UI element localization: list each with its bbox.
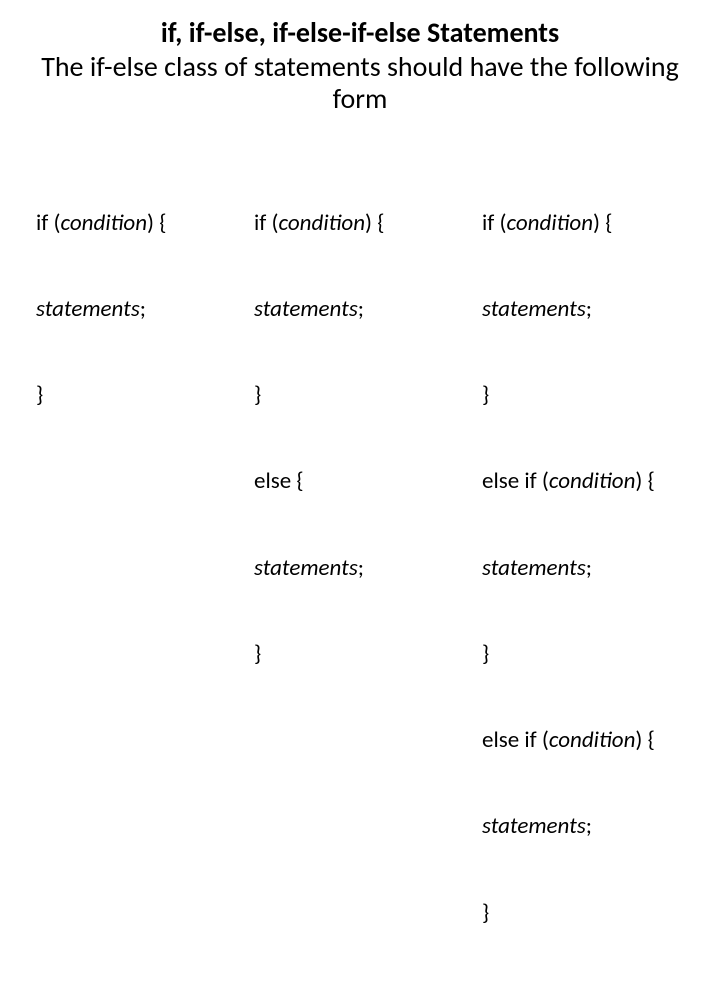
code-line: else if (condition) {	[482, 726, 684, 755]
code-text: statements	[254, 554, 358, 582]
code-line: }	[254, 381, 464, 410]
code-line: if (condition) {	[254, 209, 464, 238]
code-text: statements	[482, 295, 586, 323]
code-text: ) {	[365, 209, 384, 237]
code-text: condition	[506, 209, 593, 237]
code-block-if: if (condition) { statements; }	[36, 151, 236, 985]
code-text: ) {	[635, 726, 654, 754]
code-text: ;	[586, 812, 592, 840]
code-line: statements;	[482, 295, 684, 324]
code-text: if (	[482, 209, 506, 237]
code-block-if-else-if: if (condition) { statements; } else if (…	[482, 151, 684, 985]
code-line: statements;	[482, 554, 684, 583]
code-text: statements	[254, 295, 358, 323]
code-text: if (	[36, 209, 60, 237]
code-text: ;	[140, 295, 146, 323]
code-text: ) {	[593, 209, 612, 237]
code-text: condition	[549, 467, 636, 495]
code-line: else if (condition) {	[482, 467, 684, 496]
code-columns: if (condition) { statements; } if (condi…	[36, 151, 684, 985]
code-text: condition	[278, 209, 365, 237]
code-line: }	[482, 381, 684, 410]
code-text: statements	[36, 295, 140, 323]
code-text: else if (	[482, 467, 549, 495]
code-text: statements	[482, 812, 586, 840]
code-text: ;	[358, 295, 364, 323]
code-line: }	[482, 640, 684, 669]
code-text: if (	[254, 209, 278, 237]
code-line: statements;	[254, 295, 464, 324]
code-block-if-else: if (condition) { statements; } else { st…	[254, 151, 464, 985]
code-line: statements;	[482, 812, 684, 841]
code-text: condition	[549, 726, 636, 754]
slide-subtitle: The if-else class of statements should h…	[36, 51, 684, 115]
code-text: ;	[586, 295, 592, 323]
code-text: ) {	[635, 467, 654, 495]
code-text: ;	[358, 554, 364, 582]
code-line: statements;	[36, 295, 236, 324]
code-text: condition	[60, 209, 147, 237]
slide: if, if-else, if-else-if-else Statements …	[0, 0, 720, 985]
code-text: statements	[482, 554, 586, 582]
code-line: }	[254, 640, 464, 669]
code-line: }	[482, 899, 684, 928]
code-line: if (condition) {	[36, 209, 236, 238]
code-line: if (condition) {	[482, 209, 684, 238]
code-text: ) {	[147, 209, 166, 237]
code-line: else {	[254, 467, 464, 496]
code-line: statements;	[254, 554, 464, 583]
code-line: }	[36, 381, 236, 410]
code-text: ;	[586, 554, 592, 582]
slide-title: if, if-else, if-else-if-else Statements	[36, 18, 684, 49]
code-text: else if (	[482, 726, 549, 754]
